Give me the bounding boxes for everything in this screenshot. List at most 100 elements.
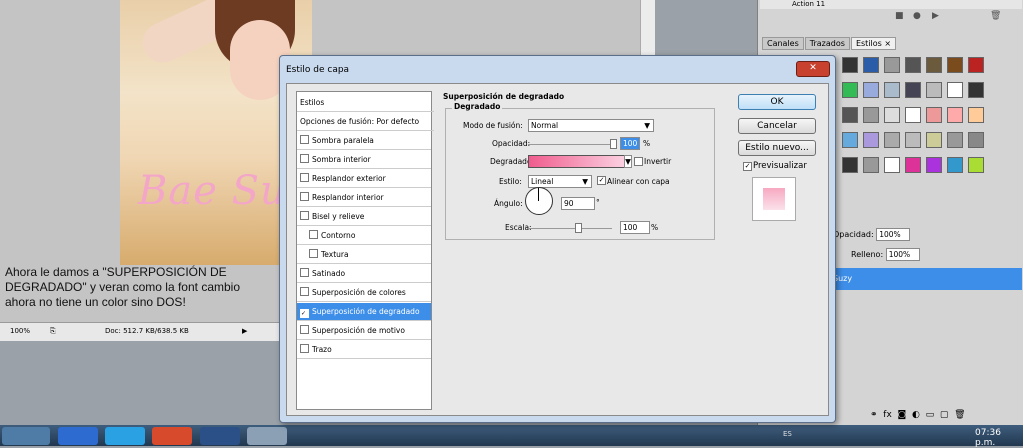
actions-item[interactable]: Action 11 [760, 0, 1022, 9]
style-swatch[interactable] [842, 107, 858, 123]
style-swatch[interactable] [926, 132, 942, 148]
ok-button[interactable]: OK [738, 94, 816, 110]
scale-slider-thumb[interactable] [575, 223, 582, 233]
layer-fill-input[interactable]: 100% [885, 248, 920, 261]
style-checkbox[interactable] [309, 230, 318, 239]
trash-icon[interactable]: 🗑 [954, 410, 965, 420]
adjust-icon[interactable]: ◐ [912, 410, 920, 420]
style-swatch[interactable] [905, 132, 921, 148]
close-button[interactable]: ✕ [796, 61, 830, 77]
style-checkbox[interactable] [300, 325, 309, 334]
invert-checkbox[interactable] [634, 157, 643, 166]
style-item[interactable]: Satinado [297, 265, 431, 283]
style-item[interactable]: Resplandor exterior [297, 170, 431, 188]
style-swatch[interactable] [968, 157, 984, 173]
style-item[interactable]: Estilos [297, 94, 434, 112]
photoshop-icon[interactable] [200, 427, 240, 445]
new-style-button[interactable]: Estilo nuevo... [738, 140, 816, 156]
style-swatch[interactable] [947, 107, 963, 123]
opacity-input[interactable]: 100 [620, 137, 640, 150]
style-checkbox[interactable] [300, 268, 309, 277]
skype-icon[interactable] [105, 427, 145, 445]
style-checkbox[interactable] [300, 135, 309, 144]
folder-icon[interactable]: ▭ [926, 410, 935, 420]
record-icon[interactable]: ● [913, 11, 921, 21]
style-item[interactable]: ✓ Superposición de degradado [297, 303, 431, 321]
stop-icon[interactable]: ■ [895, 11, 904, 21]
style-checkbox[interactable] [300, 287, 309, 296]
style-item[interactable]: Superposición de motivo [297, 322, 431, 340]
style-swatch[interactable] [884, 107, 900, 123]
style-swatch[interactable] [968, 82, 984, 98]
style-checkbox[interactable] [300, 344, 309, 353]
style-swatch[interactable] [926, 107, 942, 123]
style-checkbox[interactable] [300, 211, 309, 220]
link-icon[interactable]: ⚭ [870, 410, 878, 420]
style-swatch[interactable] [884, 157, 900, 173]
style-swatch[interactable] [905, 157, 921, 173]
style-item[interactable]: Trazo [297, 341, 431, 359]
chrome-icon[interactable] [152, 427, 192, 445]
angle-input[interactable]: 90 [561, 197, 595, 210]
style-swatch[interactable] [947, 57, 963, 73]
tab-trazados[interactable]: Trazados [804, 37, 850, 50]
status-arrow-icon[interactable]: ▶ [242, 327, 247, 335]
style-item[interactable]: Superposición de colores [297, 284, 431, 302]
language-indicator[interactable]: ES [783, 430, 792, 438]
layer-opacity-input[interactable]: 100% [876, 228, 911, 241]
style-item[interactable]: Opciones de fusión: Por defecto [297, 113, 434, 131]
tab-estilos[interactable]: Estilos × [850, 37, 897, 50]
style-swatch[interactable] [947, 157, 963, 173]
scale-input[interactable]: 100 [620, 221, 650, 234]
zoom-level[interactable]: 100% [10, 327, 30, 335]
play-icon[interactable]: ▶ [932, 11, 939, 21]
trash-icon[interactable]: 🗑 [990, 11, 1001, 21]
new-layer-icon[interactable]: ▢ [940, 410, 949, 420]
start-button[interactable] [2, 427, 50, 445]
style-item[interactable]: Contorno [297, 227, 431, 245]
mask-icon[interactable]: ◙ [898, 410, 907, 420]
style-checkbox[interactable] [300, 173, 309, 182]
style-swatch[interactable] [968, 132, 984, 148]
style-checkbox[interactable] [309, 249, 318, 258]
style-item[interactable]: Sombra paralela [297, 132, 431, 150]
style-swatch[interactable] [968, 107, 984, 123]
align-checkbox[interactable]: ✓ [597, 176, 606, 185]
style-item[interactable]: Bisel y relieve [297, 208, 431, 226]
style-swatch[interactable] [863, 107, 879, 123]
style-checkbox[interactable]: ✓ [300, 309, 309, 318]
style-swatch[interactable] [842, 82, 858, 98]
angle-dial[interactable] [525, 187, 553, 215]
style-swatch[interactable] [863, 82, 879, 98]
style-swatch[interactable] [947, 82, 963, 98]
style-item[interactable]: Resplandor interior [297, 189, 431, 207]
opacity-slider[interactable] [528, 144, 612, 145]
paint-icon[interactable] [247, 427, 287, 445]
style-swatch[interactable] [884, 82, 900, 98]
gradient-swatch[interactable] [528, 155, 625, 168]
preview-checkbox[interactable]: ✓ [743, 162, 752, 171]
fx-icon[interactable]: fx [883, 410, 892, 420]
ie-icon[interactable] [58, 427, 98, 445]
layer-row-selected[interactable]: Suzy [827, 268, 1022, 290]
style-checkbox[interactable] [300, 154, 309, 163]
style-swatch[interactable] [884, 57, 900, 73]
style-swatch[interactable] [926, 82, 942, 98]
scale-slider[interactable] [528, 228, 612, 229]
style-swatch[interactable] [863, 132, 879, 148]
style-swatch[interactable] [905, 57, 921, 73]
style-swatch[interactable] [905, 82, 921, 98]
style-swatch[interactable] [863, 57, 879, 73]
blend-mode-select[interactable]: Normal ▼ [528, 119, 654, 132]
style-swatch[interactable] [884, 132, 900, 148]
tab-canales[interactable]: Canales [762, 37, 804, 50]
style-swatch[interactable] [968, 57, 984, 73]
style-swatch[interactable] [905, 107, 921, 123]
gradient-dropdown[interactable]: ▼ [624, 155, 632, 168]
style-swatch[interactable] [947, 132, 963, 148]
style-checkbox[interactable] [300, 192, 309, 201]
style-swatch[interactable] [842, 57, 858, 73]
opacity-slider-thumb[interactable] [610, 139, 617, 149]
style-swatch[interactable] [926, 157, 942, 173]
style-swatch[interactable] [842, 132, 858, 148]
